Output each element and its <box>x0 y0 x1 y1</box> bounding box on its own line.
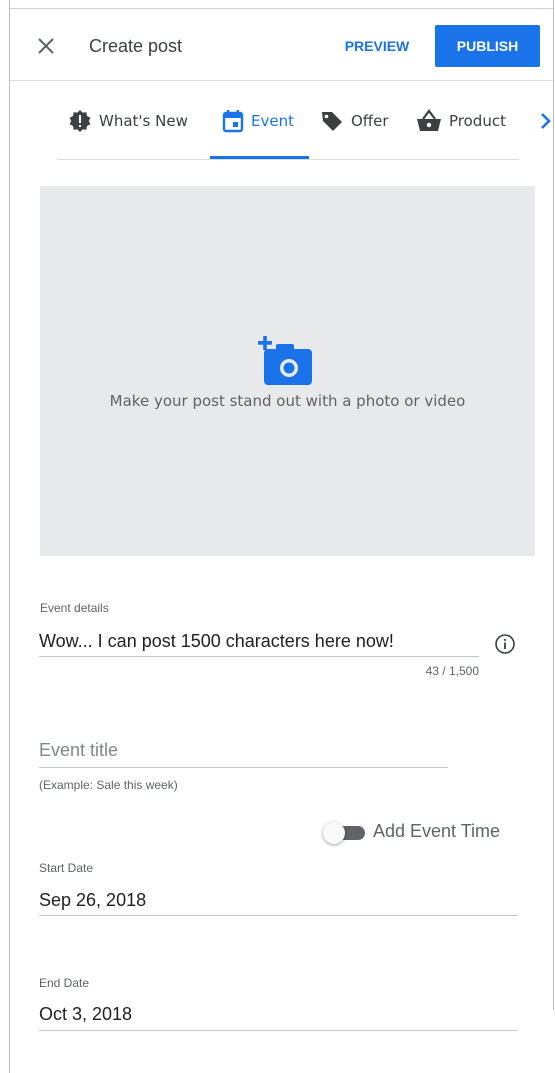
event-details-input[interactable]: Wow... I can post 1500 characters here n… <box>39 631 394 652</box>
tabs-divider <box>57 159 519 160</box>
event-details-label: Event details <box>40 601 109 615</box>
active-tab-indicator <box>210 156 309 159</box>
end-date-field[interactable]: Oct 3, 2018 <box>39 1004 132 1025</box>
chevron-right-icon[interactable] <box>538 111 554 131</box>
end-date-label: End Date <box>39 976 90 990</box>
add-event-time-toggle[interactable] <box>323 821 369 844</box>
event-title-hint: (Example: Sale this week) <box>39 778 178 792</box>
calendar-icon <box>222 110 244 133</box>
tag-icon <box>322 112 342 131</box>
info-icon[interactable] <box>494 633 516 655</box>
add-event-time-label: Add Event Time <box>373 821 501 841</box>
preview-button[interactable]: PREVIEW <box>335 30 419 62</box>
tab-label: Event <box>251 112 294 130</box>
close-icon[interactable] <box>35 35 57 57</box>
event-title-input[interactable]: Event title <box>39 740 118 761</box>
panel-right-border <box>553 0 554 1010</box>
add-photo-icon[interactable] <box>258 336 314 388</box>
start-date-underline <box>39 915 518 916</box>
post-type-tabs: What's New Event Offer Product <box>10 81 553 161</box>
toggle-knob <box>323 822 345 844</box>
event-details-underline <box>39 656 479 657</box>
page-title: Create post <box>89 36 183 56</box>
tab-label: Product <box>449 112 506 130</box>
tab-label: What's New <box>99 112 188 130</box>
end-date-underline <box>39 1030 518 1031</box>
alert-badge-icon <box>69 110 91 132</box>
publish-button[interactable]: PUBLISH <box>435 25 540 67</box>
start-date-field[interactable]: Sep 26, 2018 <box>39 890 146 911</box>
event-title-underline <box>39 767 448 768</box>
photo-upload-caption: Make your post stand out with a photo or… <box>109 392 466 410</box>
start-date-label: Start Date <box>39 861 94 875</box>
tab-label: Offer <box>351 112 389 130</box>
character-counter: 43 / 1,500 <box>425 664 479 678</box>
shopping-basket-icon <box>417 109 441 131</box>
